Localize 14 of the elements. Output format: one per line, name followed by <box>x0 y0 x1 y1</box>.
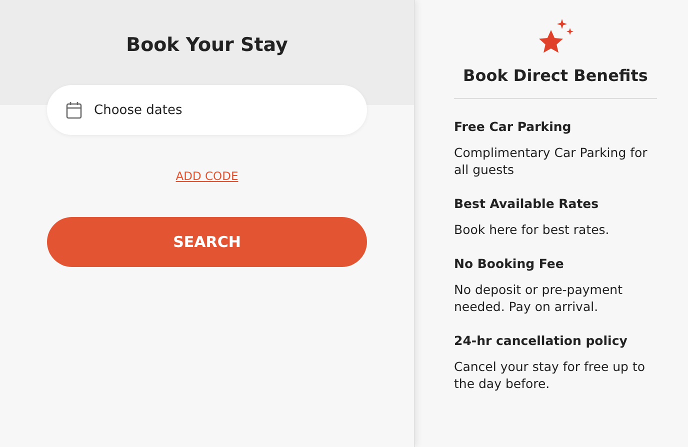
benefit-description: No deposit or pre-payment needed. Pay on arrival. <box>454 281 624 315</box>
benefit-heading: No Booking Fee <box>454 255 565 272</box>
benefit-description: Complimentary Car Parking for all guests <box>454 144 648 178</box>
benefit-heading: Best Available Rates <box>454 195 600 212</box>
benefits-title: Book Direct Benefits <box>463 66 648 86</box>
search-button[interactable]: SEARCH <box>47 217 367 267</box>
benefit-description: Cancel your stay for free up to the day before. <box>454 358 646 392</box>
calendar-icon <box>66 101 82 119</box>
booking-title: Book Your Stay <box>126 33 288 57</box>
add-code-link[interactable]: ADD CODE <box>176 169 238 183</box>
benefit-heading: 24-hr cancellation policy <box>454 332 628 349</box>
benefit-heading: Free Car Parking <box>454 118 572 135</box>
dates-field[interactable]: Choose dates <box>47 85 367 135</box>
benefit-description: Book here for best rates. <box>454 221 610 238</box>
